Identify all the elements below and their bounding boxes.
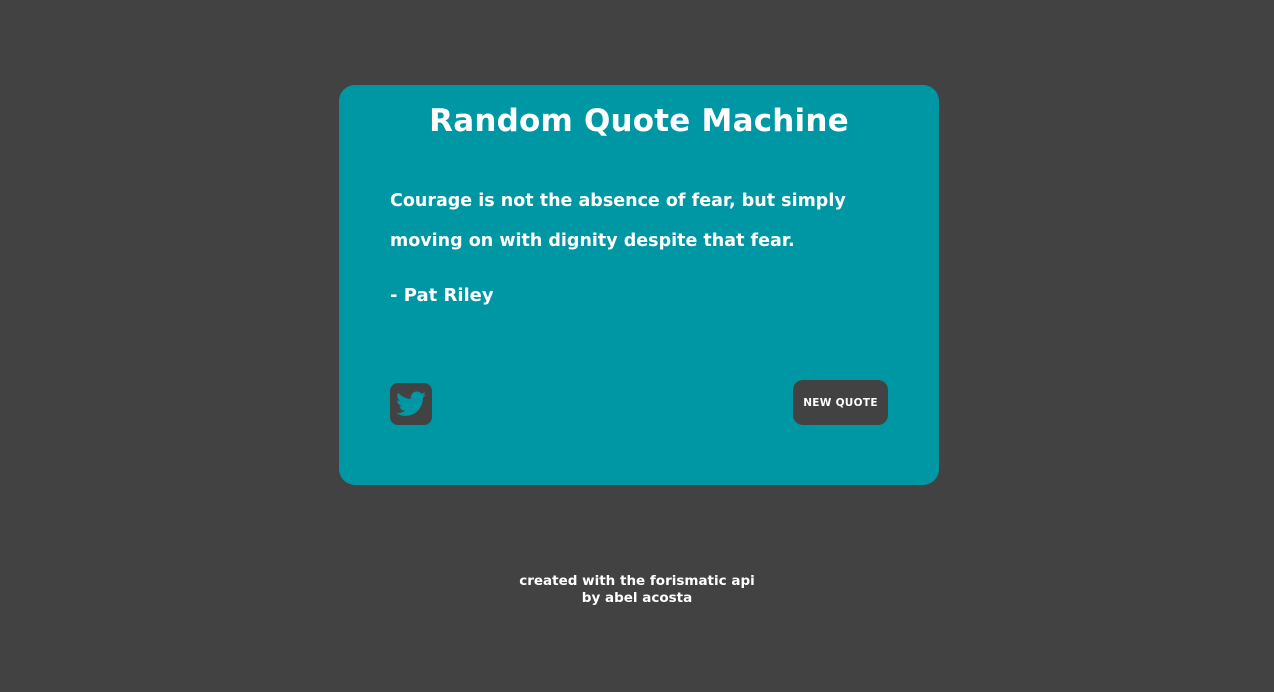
new-quote-button[interactable]: New Quote bbox=[793, 380, 888, 425]
quote-text: Courage is not the absence of fear, but … bbox=[390, 191, 846, 251]
quote-card: Random Quote Machine Courage is not the … bbox=[339, 85, 939, 485]
tweet-button[interactable] bbox=[390, 383, 432, 425]
footer-author-line: by abel acosta bbox=[581, 590, 693, 606]
quote-author: - Pat Riley bbox=[390, 285, 494, 306]
twitter-icon bbox=[396, 391, 426, 416]
footer-credit-line: created with the forismatic api bbox=[519, 573, 755, 589]
page-title: Random Quote Machine bbox=[429, 103, 849, 139]
footer: created with the forismatic api by abel … bbox=[0, 573, 1274, 607]
